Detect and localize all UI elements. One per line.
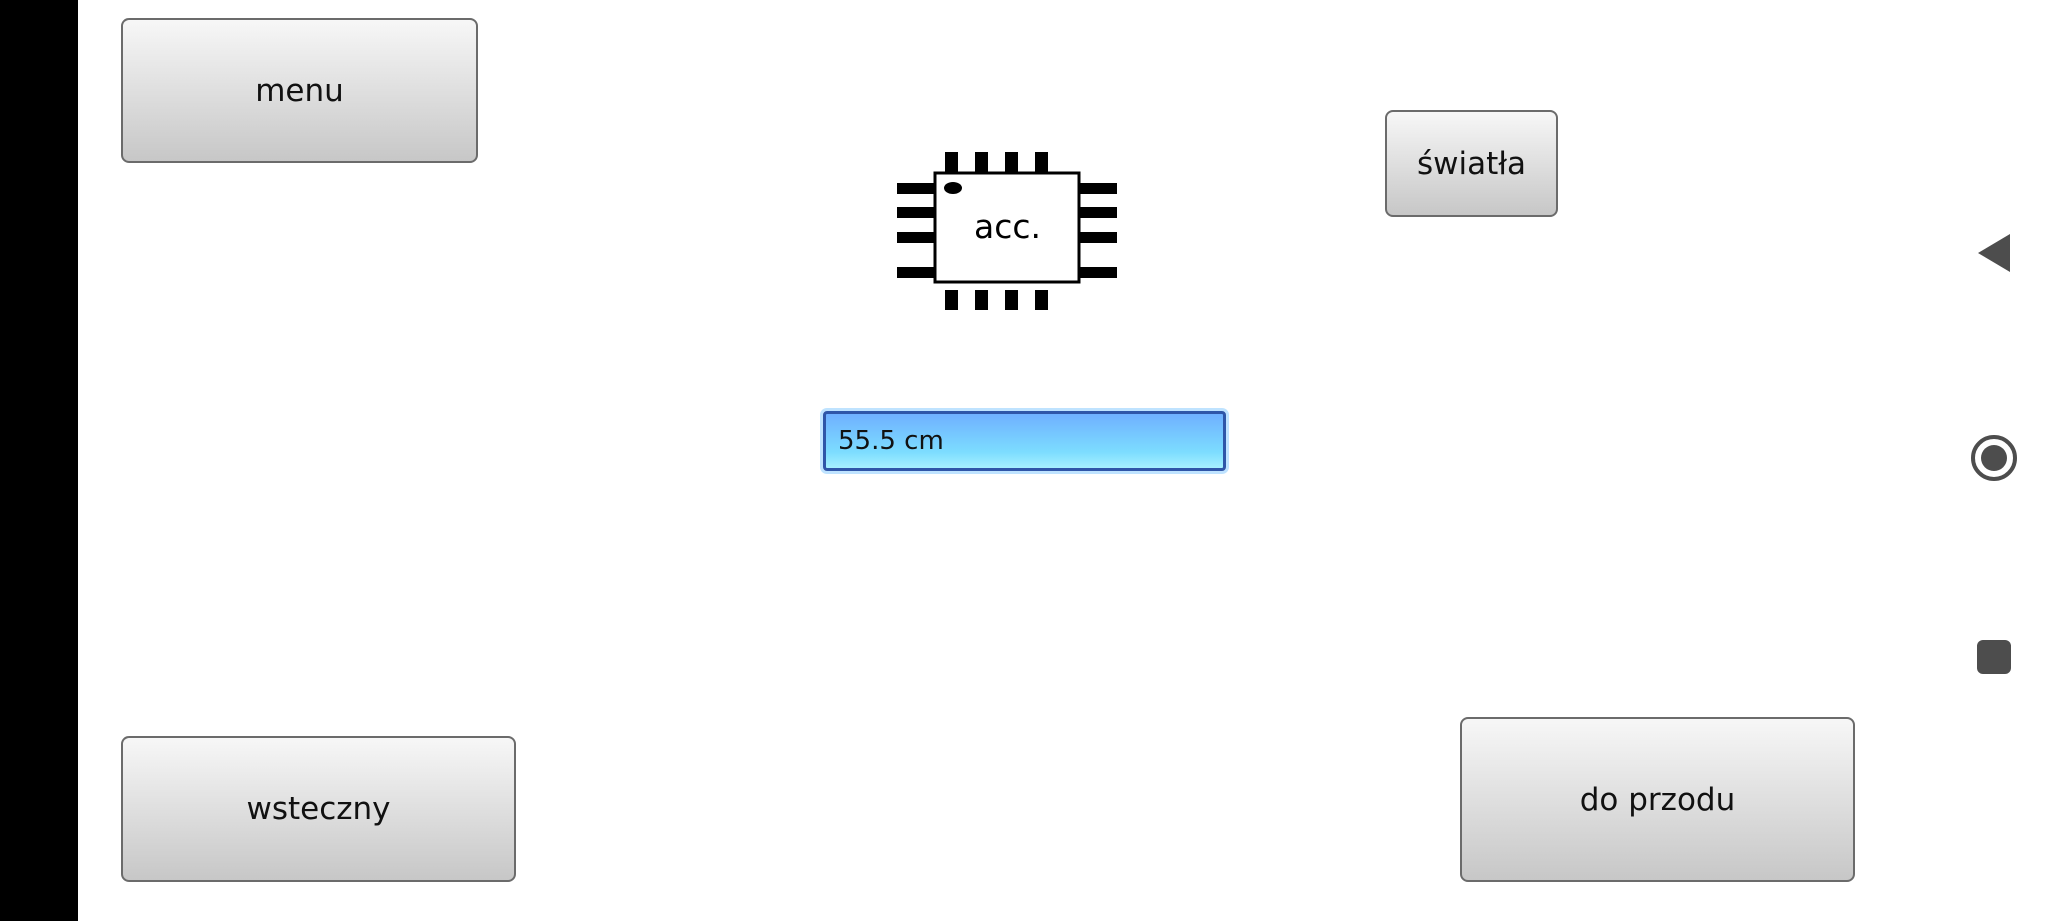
back-triangle-icon (1978, 234, 2010, 272)
lights-button[interactable]: światła (1385, 110, 1558, 217)
nav-home-button[interactable] (1964, 434, 2024, 484)
nav-recents-button[interactable] (1964, 638, 2024, 688)
nav-back-button[interactable] (1964, 232, 2024, 282)
recents-square-icon (1977, 640, 2011, 674)
menu-button[interactable]: menu (121, 18, 478, 163)
distance-readout: 55.5 cm (823, 411, 1226, 471)
left-black-bar (0, 0, 78, 921)
reverse-button[interactable]: wsteczny (121, 736, 516, 882)
forward-button[interactable]: do przodu (1460, 717, 1855, 882)
chip-label: acc. (974, 207, 1041, 246)
home-circle-icon (1971, 435, 2017, 481)
